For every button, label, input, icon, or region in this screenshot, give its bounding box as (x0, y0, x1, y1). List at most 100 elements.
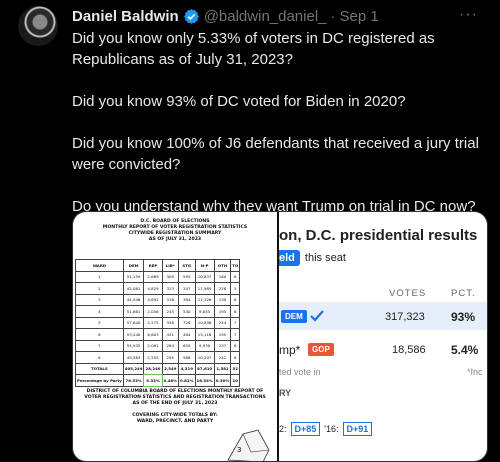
report-title-line: D.C. BOARD OF ELECTIONS (140, 219, 210, 224)
history-badge: D+85 (290, 422, 321, 436)
table-cell: 54,935 (122, 339, 145, 352)
table-cell: 13,116 (194, 328, 215, 341)
table-cell: 3 (75, 293, 124, 306)
table-cell: 4,829 (143, 282, 163, 295)
table-cell: 588 (178, 351, 196, 364)
table-cell: 6,603 (143, 328, 163, 341)
table-cell: 358 (161, 316, 179, 329)
table-cell: 2,061 (143, 339, 163, 352)
votes-column-header: VOTES (389, 288, 427, 299)
table-cell: 243 (161, 305, 179, 318)
author-handle[interactable]: @baldwin_daniel_ (204, 8, 327, 25)
table-header-cell: N-P (194, 259, 215, 272)
table-cell: 1 (75, 270, 124, 283)
tweet-paragraph: Did you know 100% of J6 defendants that … (72, 135, 479, 173)
winner-pct: 93% (451, 310, 476, 324)
table-cell: 6 (230, 305, 241, 318)
author-name[interactable]: Daniel Baldwin (72, 8, 179, 25)
table-cell: 484 (178, 328, 196, 341)
table-cell: TOTALS (75, 362, 124, 375)
table-cell: 28,240 (143, 362, 163, 375)
election-results-image[interactable]: on, D.C. presidential results eld this s… (279, 212, 487, 461)
table-cell: 9,930 (194, 339, 215, 352)
held-text: this seat (304, 252, 346, 264)
report-footer-line: AS OF THE END OF JULY 31, 2023 (132, 401, 218, 406)
table-cell: 7 (230, 328, 241, 341)
table-cell: 11,985 (194, 282, 215, 295)
registration-table: WARD DEM REP LIB* STG N-P OTH TO 1 51,159 2,669 30… (75, 259, 241, 387)
table-cell: 0.82% (178, 374, 196, 387)
tweet-media[interactable]: D.C. BOARD OF ELECTIONS MONTHLY REPORT O… (72, 211, 488, 462)
table-row: 7 54,935 2,061 284 655 9,930 237 6 (75, 339, 241, 352)
table-row: 1 51,159 2,669 309 595 10,837 160 6 (75, 270, 241, 283)
table-header-cell: STG (178, 259, 196, 272)
results-title: on, D.C. presidential results (279, 227, 478, 244)
history-row: 2: D+85 '16: D+91 (279, 422, 373, 436)
report-footer-line: VOTER REGISTRATION STATISTICS AND REGIST… (84, 395, 266, 400)
table-cell: 228 (213, 282, 232, 295)
table-cell: 130 (213, 293, 232, 306)
table-header-cell: DEM (122, 259, 145, 272)
table-row: 2 42,081 4,829 323 347 11,985 228 5 (75, 282, 241, 295)
table-cell: 6 (230, 339, 241, 352)
table-cell: 52 (230, 362, 241, 375)
table-cell: 11,326 (194, 293, 215, 306)
avatar[interactable] (18, 6, 58, 46)
tweet-paragraph: Did you know 93% of DC voted for Biden i… (72, 93, 406, 110)
table-row: 4 51,661 2,056 243 540 9,055 195 6 (75, 305, 241, 318)
table-row: 6 53,240 6,603 421 484 13,116 195 7 (75, 328, 241, 341)
table-cell: 6 (230, 351, 241, 364)
table-cell: 2 (75, 282, 124, 295)
ward-map-number: 3 (237, 446, 241, 454)
table-row: 3 44,946 4,892 318 384 11,326 130 6 (75, 293, 241, 306)
table-cell: 7 (230, 316, 241, 329)
more-options-icon[interactable]: ··· (459, 6, 478, 24)
report-title-line: AS OF JULY 31, 2023 (148, 237, 202, 242)
held-badge: eld (279, 250, 300, 266)
history-badge: D+91 (342, 422, 373, 436)
table-cell: 16.54% (194, 374, 215, 387)
table-cell: 5 (230, 282, 241, 295)
table-cell: 51,159 (122, 270, 145, 283)
checkmark-icon (310, 310, 324, 322)
table-cell: 1,581 (213, 362, 232, 375)
separator-dot: · (330, 7, 336, 25)
loser-row: mp* GOP 18,586 5.4% (279, 335, 487, 363)
table-cell: 244 (213, 316, 232, 329)
table-cell: 6 (230, 293, 241, 306)
tweet-text: Did you know only 5.33% of voters in DC … (72, 28, 492, 238)
table-cell: 323 (161, 282, 179, 295)
table-header-cell: REP (143, 259, 163, 272)
results-note-right: *Inc (467, 367, 483, 377)
report-title-line: CITYWIDE REGISTRATION SUMMARY (128, 231, 222, 236)
table-row: 5 57,640 2,575 358 726 10,836 244 7 (75, 316, 241, 329)
table-cell: 8 (75, 351, 124, 364)
table-header-cell: WARD (75, 259, 124, 272)
table-cell: 53,240 (122, 328, 145, 341)
report-title-line: MONTHLY REPORT OF VOTER REGISTRATION STA… (102, 225, 248, 230)
table-cell: 6 (75, 328, 124, 341)
report-footer-line: DISTRICT OF COLUMBIA BOARD OF ELECTIONS … (86, 389, 264, 394)
table-cell: 195 (213, 328, 232, 341)
table-cell: 195 (213, 305, 232, 318)
loser-name: mp* (279, 343, 301, 357)
table-header-cell: LIB* (161, 259, 179, 272)
table-row: Percentage by Party 76.53% 5.33% 0.48% 0.82%… (75, 373, 241, 387)
table-cell: 655 (178, 339, 196, 352)
table-cell: 4 (75, 305, 124, 318)
registration-report-image[interactable]: D.C. BOARD OF ELECTIONS MONTHLY REPORT O… (73, 212, 277, 461)
table-cell: 237 (213, 339, 232, 352)
table-cell: 2,575 (143, 316, 163, 329)
table-cell: 421 (161, 328, 179, 341)
report-footer-line: COVERING CITY-WIDE TOTALS BY: (132, 413, 218, 418)
winner-votes: 317,323 (385, 311, 425, 323)
table-row: TOTALS 405,249 28,240 2,549 4,319 87,610 1,581… (75, 362, 241, 375)
tweet-date[interactable]: Sep 1 (340, 8, 379, 25)
table-cell: 51,661 (122, 305, 145, 318)
table-cell: 9,055 (194, 305, 215, 318)
history-label: '16: (324, 424, 339, 434)
table-cell: 10,207 (194, 351, 215, 364)
table-cell: 42,081 (122, 282, 145, 295)
table-cell: 0.48% (161, 374, 179, 387)
dem-party-badge: DEM (281, 310, 307, 323)
